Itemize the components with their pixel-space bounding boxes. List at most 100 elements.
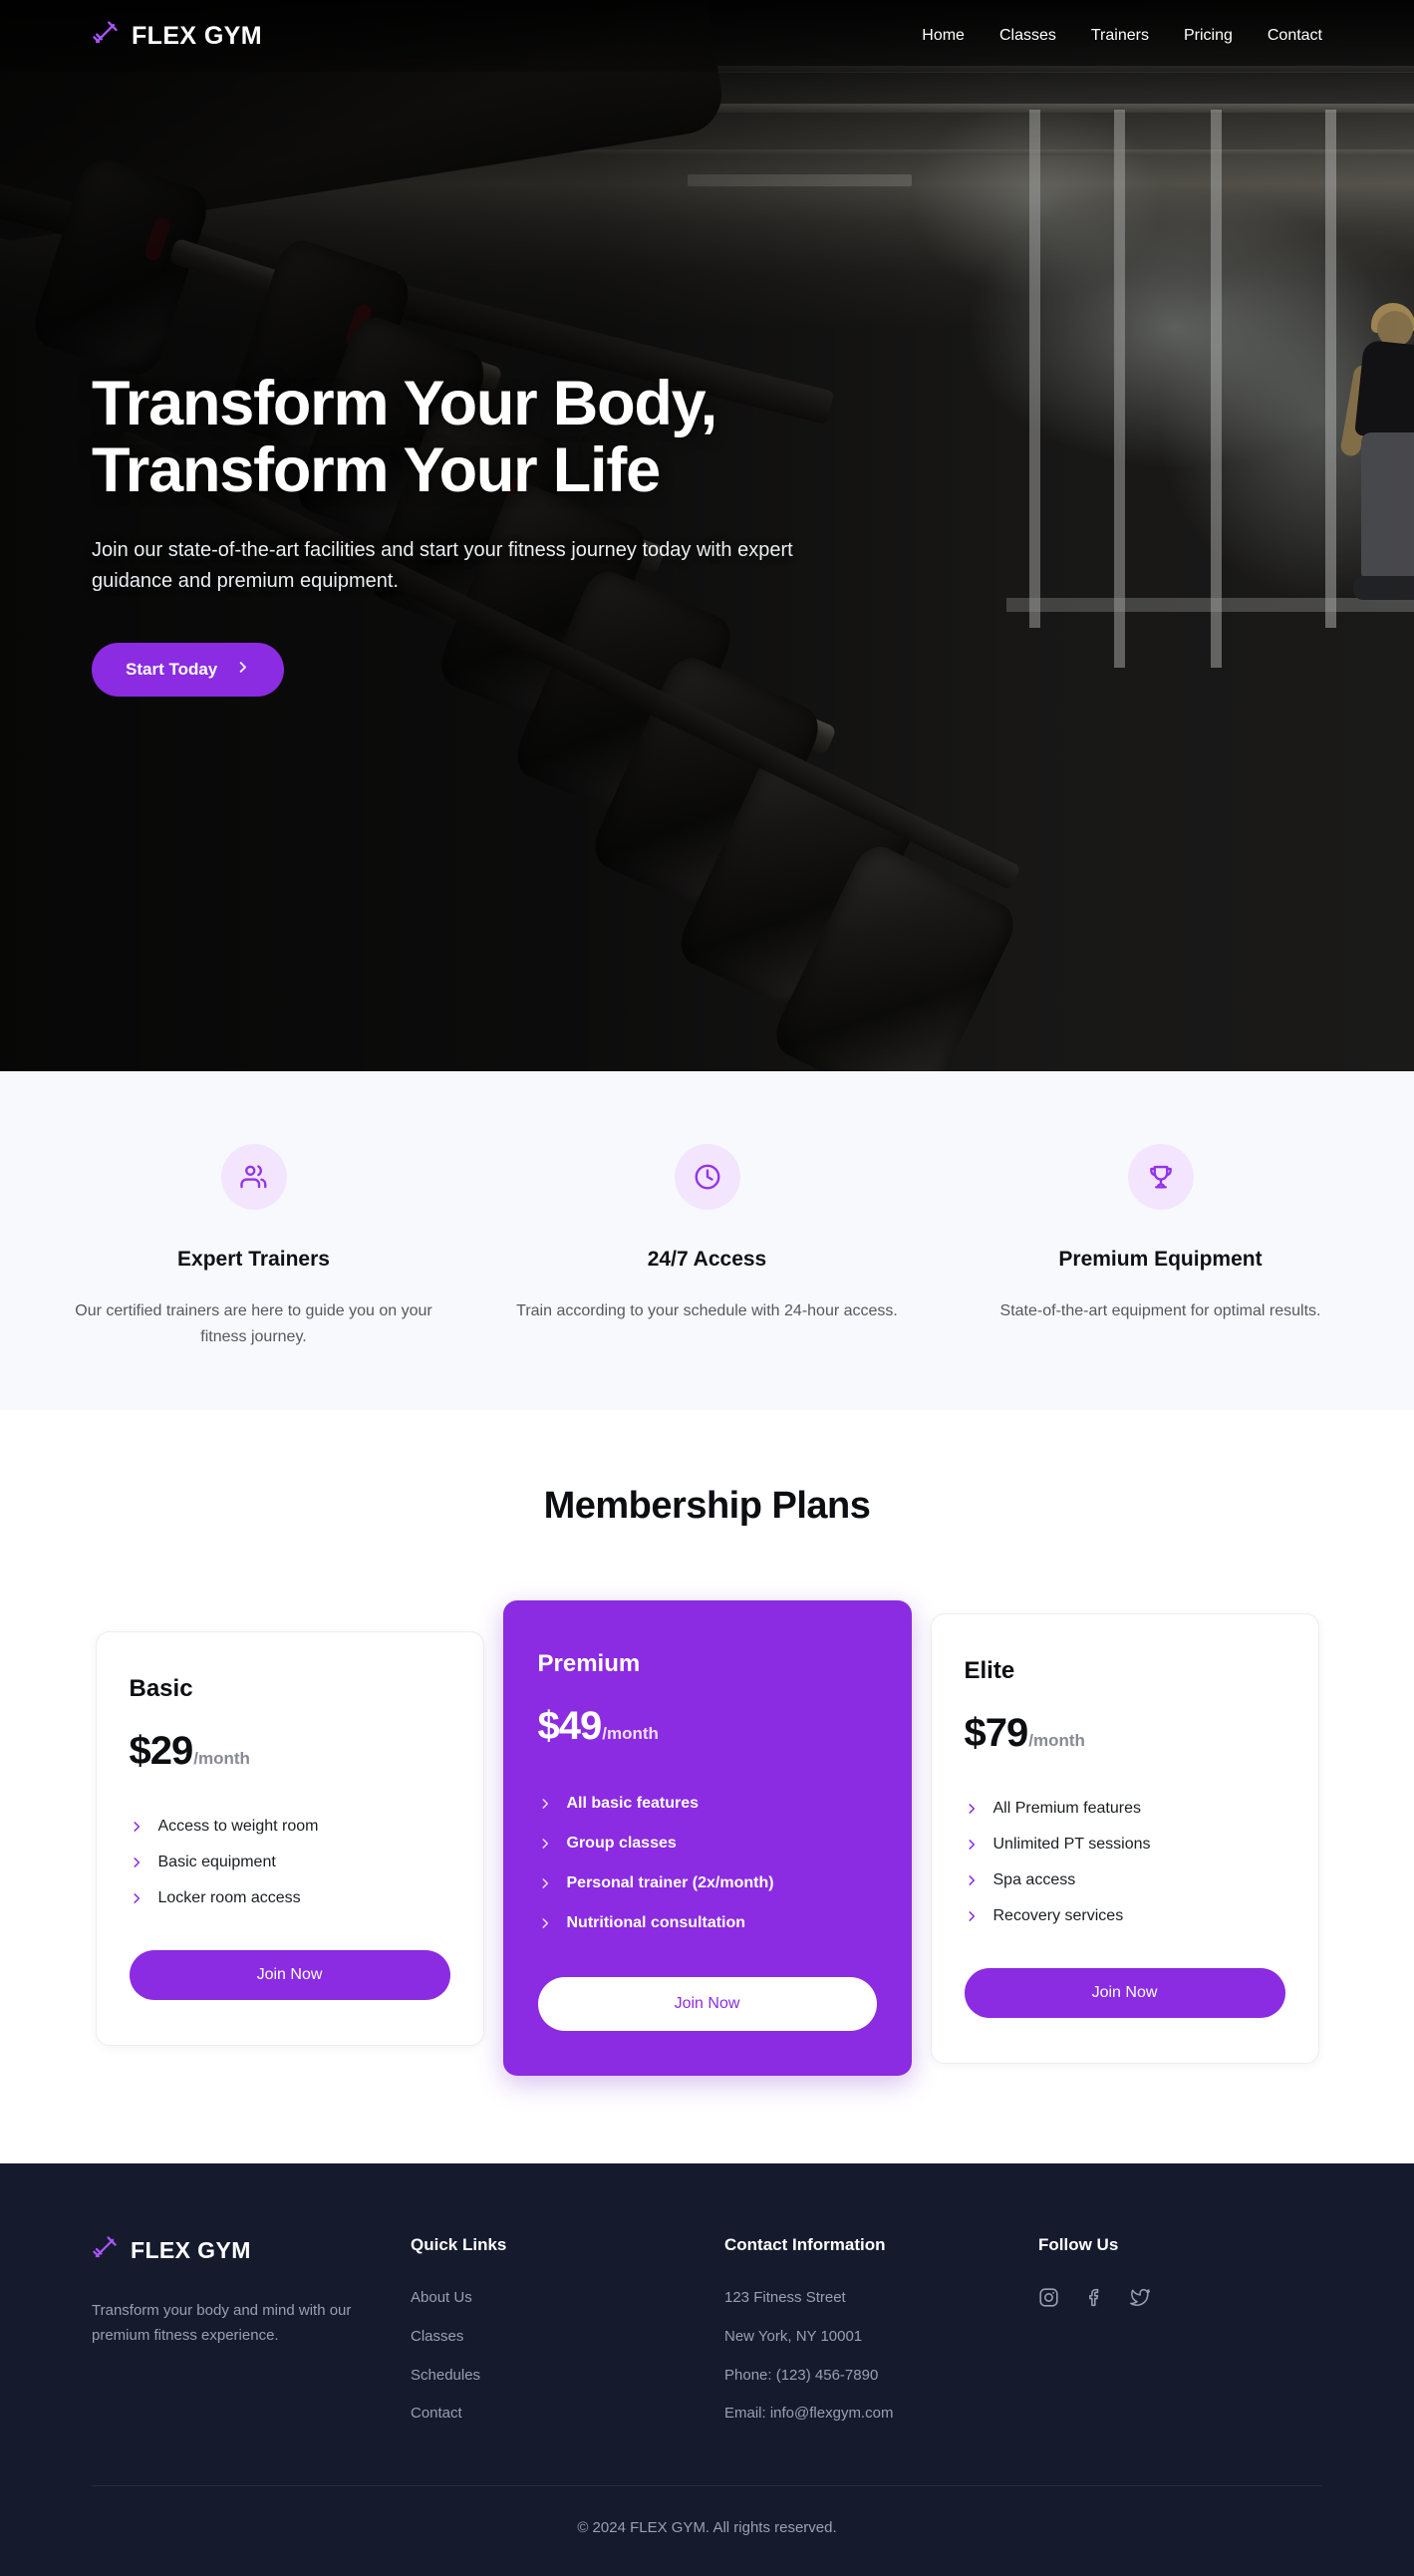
chevron-right-icon bbox=[235, 660, 250, 680]
hero-subtitle: Join our state-of-the-art facilities and… bbox=[92, 538, 793, 592]
plan-features: Access to weight room Basic equipment Lo… bbox=[130, 1809, 450, 1916]
plan-feature-label: Basic equipment bbox=[157, 1853, 276, 1870]
hero-title-line-1: Transform Your Body, bbox=[92, 369, 717, 438]
footer-brand-name: FLEX GYM bbox=[131, 2237, 251, 2263]
footer-contact-email: Email: info@flexgym.com bbox=[724, 2405, 894, 2423]
pricing-plans: Basic $29 /month Access to weight room B… bbox=[0, 1600, 1414, 2076]
plan-features: All Premium features Unlimited PT sessio… bbox=[965, 1791, 1285, 1934]
feature-title: Expert Trainers bbox=[177, 1248, 330, 1271]
footer-quick-links-column: Quick Links About Us Classes Schedules C… bbox=[411, 2235, 724, 2441]
footer-link-schedules[interactable]: Schedules bbox=[411, 2365, 724, 2387]
nav-links: Home Classes Trainers Pricing Contact bbox=[922, 27, 1322, 45]
feature-title: Premium Equipment bbox=[1058, 1248, 1263, 1271]
nav-item-contact[interactable]: Contact bbox=[1268, 27, 1322, 45]
plan-card-premium: Premium $49 /month All basic features Gr… bbox=[502, 1600, 912, 2076]
footer-brand-logo[interactable]: FLEX GYM bbox=[92, 2235, 411, 2266]
plan-feature-item: Nutritional consultation bbox=[538, 1903, 877, 1943]
dumbbell-icon bbox=[92, 2235, 118, 2266]
chevron-right-icon bbox=[538, 1916, 552, 1930]
plan-feature-label: Locker room access bbox=[157, 1888, 301, 1906]
footer-social-heading: Follow Us bbox=[1038, 2235, 1119, 2254]
footer-link-classes[interactable]: Classes bbox=[411, 2326, 724, 2348]
chevron-right-icon bbox=[130, 1891, 143, 1905]
plan-feature-item: Group classes bbox=[538, 1824, 877, 1863]
plan-price: $79 bbox=[964, 1710, 1029, 1755]
pricing-title: Membership Plans bbox=[543, 1485, 871, 1527]
plan-card-elite: Elite $79 /month All Premium features Un… bbox=[930, 1612, 1319, 2064]
footer-contact-phone: Phone: (123) 456-7890 bbox=[724, 2366, 879, 2384]
footer-link-contact[interactable]: Contact bbox=[411, 2403, 724, 2425]
plan-feature-item: Spa access bbox=[965, 1862, 1285, 1898]
twitter-icon[interactable] bbox=[1130, 2287, 1151, 2308]
facebook-icon[interactable] bbox=[1084, 2287, 1105, 2308]
chevron-right-icon bbox=[965, 1909, 979, 1923]
plan-feature-item: Locker room access bbox=[130, 1880, 450, 1916]
chevron-right-icon bbox=[130, 1820, 143, 1834]
nav-item-pricing[interactable]: Pricing bbox=[1184, 27, 1233, 45]
nav-item-home[interactable]: Home bbox=[922, 27, 965, 45]
plan-feature-label: All basic features bbox=[566, 1795, 700, 1812]
start-today-label: Start Today bbox=[126, 659, 218, 679]
footer-contact-city: New York, NY 10001 bbox=[724, 2327, 863, 2345]
feature-title: 24/7 Access bbox=[647, 1248, 767, 1271]
chevron-right-icon bbox=[965, 1838, 979, 1852]
clock-icon bbox=[674, 1144, 740, 1210]
feature-expert-trainers: Expert Trainers Our certified trainers a… bbox=[27, 1144, 480, 1349]
footer-contact-column: Contact Information 123 Fitness Street N… bbox=[724, 2235, 1038, 2441]
features-section: Expert Trainers Our certified trainers a… bbox=[0, 1071, 1414, 1410]
footer-columns: FLEX GYM Transform your body and mind wi… bbox=[92, 2235, 1322, 2441]
plan-feature-label: Group classes bbox=[566, 1835, 677, 1852]
page-root: FLEX GYM Home Classes Trainers Pricing C… bbox=[0, 0, 1414, 2576]
brand-logo[interactable]: FLEX GYM bbox=[92, 20, 262, 52]
chevron-right-icon bbox=[538, 1837, 552, 1851]
plan-price: $49 bbox=[537, 1704, 603, 1748]
pricing-section: Membership Plans Basic $29 /month Access… bbox=[0, 1410, 1414, 2163]
plan-name: Premium bbox=[537, 1650, 641, 1677]
plan-feature-label: Spa access bbox=[992, 1870, 1076, 1888]
chevron-right-icon bbox=[130, 1856, 143, 1869]
plan-feature-item: Basic equipment bbox=[130, 1845, 450, 1880]
nav-item-classes[interactable]: Classes bbox=[999, 27, 1056, 45]
chevron-right-icon bbox=[965, 1802, 979, 1816]
plan-name: Basic bbox=[129, 1674, 193, 1702]
plan-price-row: $49 /month bbox=[538, 1704, 877, 1749]
hero-section: FLEX GYM Home Classes Trainers Pricing C… bbox=[0, 0, 1414, 1071]
feature-description: State-of-the-art equipment for optimal r… bbox=[999, 1302, 1321, 1319]
plan-period: /month bbox=[602, 1724, 659, 1743]
plan-feature-label: Unlimited PT sessions bbox=[992, 1835, 1151, 1853]
plan-name: Elite bbox=[964, 1656, 1015, 1684]
instagram-icon[interactable] bbox=[1038, 2287, 1059, 2308]
plan-feature-label: Access to weight room bbox=[157, 1817, 319, 1835]
plan-price-row: $29 /month bbox=[130, 1729, 450, 1774]
feature-premium-equipment: Premium Equipment State-of-the-art equip… bbox=[934, 1144, 1387, 1324]
footer-brand-column: FLEX GYM Transform your body and mind wi… bbox=[92, 2235, 411, 2441]
feature-24-7-access: 24/7 Access Train according to your sche… bbox=[480, 1144, 934, 1324]
feature-description: Our certified trainers are here to guide… bbox=[75, 1302, 432, 1345]
plan-feature-label: Personal trainer (2x/month) bbox=[566, 1874, 774, 1891]
start-today-button[interactable]: Start Today bbox=[92, 642, 285, 697]
nav-item-trainers[interactable]: Trainers bbox=[1091, 27, 1149, 45]
join-now-button-basic[interactable]: Join Now bbox=[129, 1949, 450, 2000]
site-header: FLEX GYM Home Classes Trainers Pricing C… bbox=[0, 0, 1414, 72]
plan-feature-label: All Premium features bbox=[992, 1799, 1142, 1817]
footer-copyright: © 2024 FLEX GYM. All rights reserved. bbox=[92, 2485, 1322, 2576]
plan-feature-item: Recovery services bbox=[965, 1898, 1285, 1934]
trophy-icon bbox=[1127, 1144, 1194, 1210]
join-now-button-elite[interactable]: Join Now bbox=[964, 1967, 1285, 2018]
plan-price-row: $79 /month bbox=[965, 1711, 1285, 1756]
chevron-right-icon bbox=[965, 1873, 979, 1887]
hero-content: Transform Your Body, Transform Your Life… bbox=[92, 369, 829, 697]
plan-features: All basic features Group classes Persona… bbox=[538, 1784, 877, 1943]
footer-quick-links-heading: Quick Links bbox=[411, 2235, 507, 2254]
footer-social-column: Follow Us bbox=[1038, 2235, 1151, 2441]
plan-feature-label: Recovery services bbox=[992, 1906, 1124, 1924]
plan-feature-item: Unlimited PT sessions bbox=[965, 1827, 1285, 1862]
plan-period: /month bbox=[193, 1748, 250, 1768]
social-links bbox=[1038, 2287, 1151, 2308]
hero-title-line-2: Transform Your Life bbox=[92, 435, 661, 506]
join-now-button-premium[interactable]: Join Now bbox=[537, 1977, 877, 2031]
footer-link-about-us[interactable]: About Us bbox=[411, 2287, 724, 2309]
plan-price: $29 bbox=[129, 1728, 194, 1773]
plan-period: /month bbox=[1028, 1730, 1085, 1750]
site-footer: FLEX GYM Transform your body and mind wi… bbox=[0, 2163, 1414, 2576]
